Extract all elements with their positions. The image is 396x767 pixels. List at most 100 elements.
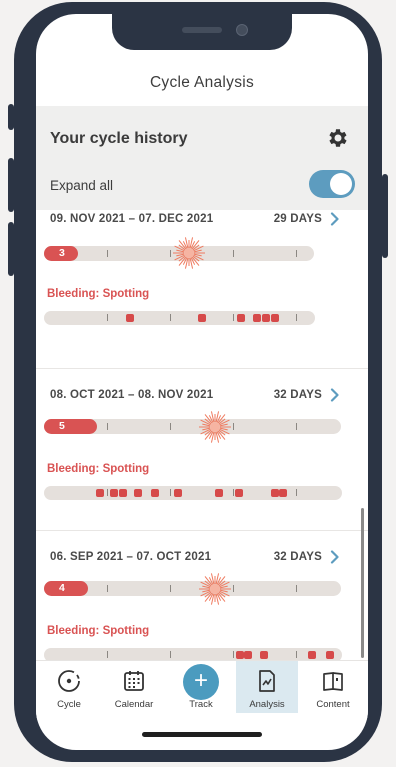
- app-screen: Cycle Analysis Your cycle history Expand…: [36, 14, 368, 750]
- week-tick: [233, 250, 234, 257]
- bleeding-day-marker: [119, 489, 127, 497]
- tab-label: Cycle: [57, 699, 81, 710]
- bleeding-bar: [44, 648, 342, 660]
- chevron-right-icon[interactable]: [330, 388, 340, 402]
- bleeding-bar: [44, 311, 315, 325]
- bleeding-day-marker: [110, 489, 118, 497]
- week-tick: [107, 250, 108, 257]
- tab-label: Calendar: [114, 699, 154, 710]
- bleeding-day-marker: [271, 489, 279, 497]
- bleeding-day-marker: [279, 489, 287, 497]
- cycle-timeline-bar: 5: [44, 419, 341, 434]
- week-tick: [296, 250, 297, 257]
- bleeding-day-marker: [262, 314, 270, 322]
- ovulation-sun-icon: [199, 411, 231, 443]
- week-tick: [170, 585, 171, 592]
- week-tick: [233, 651, 234, 658]
- tab-analysis[interactable]: Analysis: [236, 661, 298, 713]
- card-divider: [36, 368, 368, 369]
- bleeding-label: Bleeding: Spotting: [47, 463, 150, 475]
- notch: [112, 14, 292, 50]
- sun-core: [210, 422, 220, 432]
- week-tick: [107, 651, 108, 658]
- week-tick: [296, 489, 297, 496]
- cycle-list[interactable]: 09. NOV 2021 – 07. DEC 2021 29 DAYS 3 Bl…: [36, 210, 368, 660]
- ovulation-sun-icon: [199, 573, 231, 605]
- tab-label: Analysis: [249, 699, 285, 710]
- bleeding-day-marker: [271, 314, 279, 322]
- bleeding-day-marker: [151, 489, 159, 497]
- cycle-history-header: Your cycle history Expand all: [36, 106, 368, 210]
- tab-track[interactable]: + Track: [170, 661, 232, 713]
- book-icon: [323, 672, 343, 691]
- cycle-card[interactable]: 08. OCT 2021 – 08. NOV 2021 32 DAYS 5 Bl…: [36, 370, 368, 526]
- analysis-icon: [259, 670, 275, 692]
- chevron-right-icon[interactable]: [330, 212, 340, 226]
- bleeding-day-marker: [308, 651, 316, 659]
- week-tick: [296, 423, 297, 430]
- bleeding-day-marker: [326, 651, 334, 659]
- calendar-icon: [124, 671, 144, 691]
- cycle-date-range: 06. SEP 2021 – 07. OCT 2021: [50, 551, 212, 563]
- tab-label: Content: [316, 699, 350, 710]
- history-title: Your cycle history: [50, 130, 188, 147]
- bleeding-day-marker: [134, 489, 142, 497]
- power-button: [382, 174, 388, 258]
- bleeding-label: Bleeding: Spotting: [47, 288, 150, 300]
- bleeding-day-marker: [236, 651, 244, 659]
- week-tick: [170, 651, 171, 658]
- week-tick: [296, 314, 297, 321]
- front-camera: [236, 24, 248, 36]
- bleeding-day-marker: [244, 651, 252, 659]
- speaker: [182, 27, 222, 33]
- week-tick: [233, 489, 234, 496]
- bleeding-day-marker: [253, 314, 261, 322]
- week-tick: [170, 489, 171, 496]
- cycle-date-range: 08. OCT 2021 – 08. NOV 2021: [50, 389, 214, 401]
- cycle-card[interactable]: 06. SEP 2021 – 07. OCT 2021 32 DAYS 4 Bl…: [36, 532, 368, 660]
- cycle-length: 32 DAYS: [273, 389, 322, 401]
- period-days-pill: 5: [44, 419, 97, 434]
- ovulation-sun-icon: [173, 237, 205, 269]
- toggle-knob: [330, 173, 352, 195]
- expand-all-toggle[interactable]: [309, 170, 355, 198]
- period-days-pill: 3: [44, 246, 78, 261]
- bleeding-day-marker: [237, 314, 245, 322]
- sun-core: [184, 248, 194, 258]
- week-tick: [233, 314, 234, 321]
- week-tick: [107, 314, 108, 321]
- tab-label: Track: [189, 699, 213, 710]
- bleeding-label: Bleeding: Spotting: [47, 625, 150, 637]
- expand-all-label: Expand all: [50, 178, 114, 193]
- bleeding-day-marker: [96, 489, 104, 497]
- cycle-card[interactable]: 09. NOV 2021 – 07. DEC 2021 29 DAYS 3 Bl…: [36, 210, 368, 356]
- plus-icon: +: [183, 664, 219, 700]
- bleeding-day-marker: [215, 489, 223, 497]
- home-indicator: [142, 732, 262, 737]
- card-divider: [36, 530, 368, 531]
- gear-icon[interactable]: [326, 126, 350, 150]
- bleeding-day-marker: [260, 651, 268, 659]
- bleeding-day-marker: [126, 314, 134, 322]
- cycle-length: 32 DAYS: [273, 551, 322, 563]
- tab-cycle[interactable]: Cycle: [38, 661, 100, 713]
- tab-content[interactable]: Content: [302, 661, 364, 713]
- week-tick: [107, 489, 108, 496]
- scrollbar[interactable]: [361, 508, 364, 658]
- week-tick: [233, 423, 234, 430]
- period-days-pill: 4: [44, 581, 88, 596]
- tab-calendar[interactable]: Calendar: [102, 661, 166, 713]
- week-tick: [296, 585, 297, 592]
- cycle-icon: [58, 670, 80, 692]
- bleeding-bar: [44, 486, 342, 500]
- bleeding-day-marker: [235, 489, 243, 497]
- cycle-timeline-bar: 4: [44, 581, 341, 596]
- bottom-tab-bar: Cycle Calendar + Track Analysis Content: [36, 660, 368, 721]
- page-title: Cycle Analysis: [149, 74, 255, 91]
- week-tick: [170, 250, 171, 257]
- week-tick: [107, 423, 108, 430]
- week-tick: [296, 651, 297, 658]
- bleeding-day-marker: [198, 314, 206, 322]
- cycle-length: 29 DAYS: [273, 213, 322, 225]
- chevron-right-icon[interactable]: [330, 550, 340, 564]
